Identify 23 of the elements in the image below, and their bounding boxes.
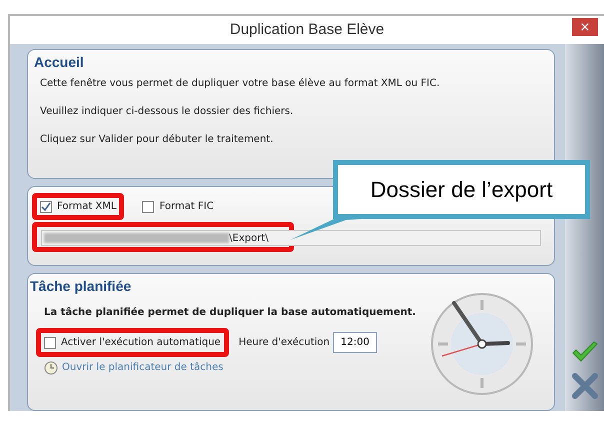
field-label: Heure d'exécution [238, 336, 330, 350]
window-title: Duplication Base Elève [230, 20, 384, 40]
auto-run-option[interactable]: Activer l'exécution automatique [36, 328, 229, 357]
format-option[interactable]: Format XML [32, 193, 124, 220]
checkbox[interactable] [142, 200, 154, 212]
check-icon[interactable] [570, 341, 598, 363]
info-text: Cliquez sur Valider pour débuter le traitement. [40, 133, 274, 147]
close-button[interactable]: × [572, 18, 598, 36]
panel-title: Accueil [34, 53, 85, 72]
callout-text: Dossier de l’export [370, 176, 553, 204]
checkbox[interactable] [40, 200, 52, 212]
info-text: Cette fenêtre vous permet de dupliquer votre base élève au format XML ou FIC. [40, 77, 441, 91]
checkbox[interactable] [44, 336, 56, 348]
format-option[interactable]: Format FIC [134, 193, 222, 220]
info-text: Veuillez indiquer ci-dessous le dossier des fichiers. [40, 105, 294, 119]
field-value: \Export\ [229, 232, 268, 246]
clock-icon [44, 360, 58, 374]
scheduler-link[interactable]: Ouvrir le planificateur de tâches [62, 360, 224, 375]
time-field[interactable]: 12:00 [332, 332, 378, 353]
folder-field[interactable]: \Export\ [41, 230, 541, 246]
panel-title: Tâche planifiée [30, 277, 132, 296]
cancel-icon[interactable] [572, 373, 598, 399]
description-text: La tâche planifiée permet de dupliquer la base automatiquement. [43, 306, 417, 320]
